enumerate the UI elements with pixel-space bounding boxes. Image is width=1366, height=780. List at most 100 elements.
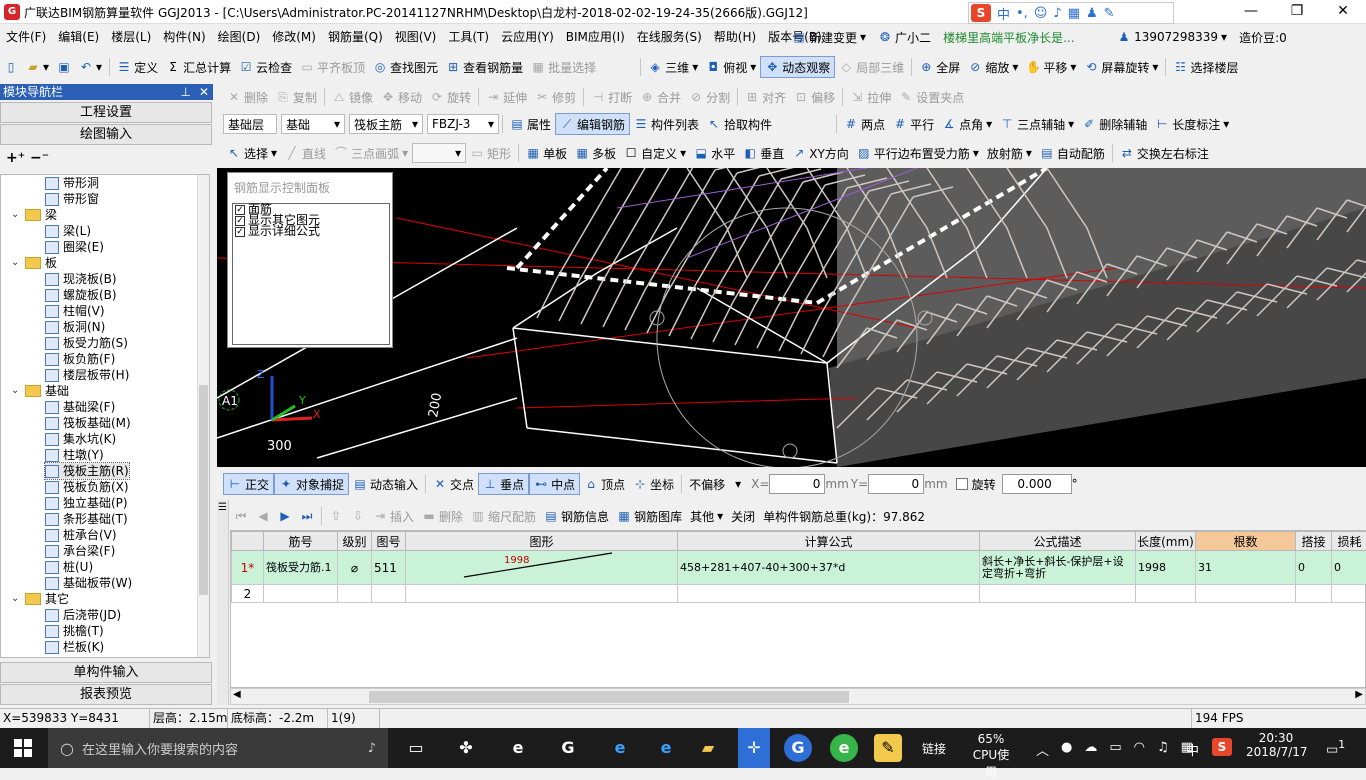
col-desc[interactable]: 公式描述 [980, 532, 1136, 551]
tree-item[interactable]: 柱墩(Y) [45, 447, 104, 463]
row-index[interactable]: 2 [232, 585, 264, 603]
select-floor-button[interactable]: ☷选择楼层 [1169, 56, 1242, 78]
object-snap-toggle[interactable]: ✦对象捕捉 [274, 473, 349, 495]
pick-button[interactable]: ↖拾取构件 [703, 113, 776, 135]
cell-length[interactable]: 1998 [1136, 551, 1196, 585]
account-button[interactable]: ♟13907298339▾ [1113, 26, 1231, 48]
tree-item[interactable]: 带形窗 [45, 191, 99, 207]
close-grid-button[interactable]: 关闭 [727, 505, 759, 527]
credit-label[interactable]: 造价豆:0 [1235, 26, 1291, 48]
cpu-meter[interactable]: 65% CPU使用 [968, 732, 1014, 780]
three-point-aux-button[interactable]: ⊤三点辅轴▾ [996, 113, 1078, 135]
vertex-snap[interactable]: ⌂顶点 [580, 473, 629, 495]
col-shape[interactable]: 图形 [406, 532, 678, 551]
expand-collapse-icons[interactable]: +⁺ −⁻ [6, 150, 49, 166]
grid-menu-icon[interactable]: ☰ [217, 502, 228, 513]
tree-item[interactable]: 挑檐(T) [45, 623, 104, 639]
col-length[interactable]: 长度(mm) [1136, 532, 1196, 551]
new-file-button[interactable]: ▯ [0, 56, 22, 78]
mic-icon[interactable]: ♪ [368, 741, 376, 756]
select-button[interactable]: ↖选择▾ [223, 142, 281, 164]
cell-figure-no[interactable]: 511 [372, 551, 406, 585]
edit-tool-button[interactable]: ⊕合并 [636, 86, 685, 108]
cell-grade[interactable]: ⌀ [338, 551, 372, 585]
close-button[interactable]: ✕ [1320, 0, 1366, 24]
menu-item[interactable]: 构件(N) [157, 25, 211, 49]
tree-item[interactable]: 后浇带(JD) [45, 607, 121, 623]
delete-row-button[interactable]: ▬删除 [418, 505, 467, 527]
swap-label-button[interactable]: ⇄交换左右标注 [1116, 142, 1213, 164]
cell-shape[interactable]: 1998 [406, 551, 678, 585]
cell-formula[interactable]: 458+281+407-40+300+37*d [678, 551, 980, 585]
name-select[interactable]: FBZJ-3▾ [427, 114, 499, 134]
new-change-button[interactable]: ▤新建变更▾ [788, 26, 870, 48]
ime-mode[interactable]: 中 [997, 4, 1010, 23]
first-record-button[interactable]: ⏮ [230, 505, 252, 527]
tree-item[interactable]: 承台梁(F) [45, 543, 115, 559]
checkbox-icon[interactable]: ✓ [235, 227, 245, 237]
menu-item[interactable]: 楼层(L) [105, 25, 157, 49]
menu-item[interactable]: 编辑(E) [52, 25, 105, 49]
table-row[interactable]: 2 [232, 585, 1366, 603]
cell-loss[interactable]: 0 [1332, 551, 1366, 585]
menu-item[interactable]: 钢筋量(Q) [322, 25, 389, 49]
rebar-info-button[interactable]: ▤钢筋信息 [540, 505, 613, 527]
dynamic-input-toggle[interactable]: ▤动态输入 [349, 473, 422, 495]
tree-item[interactable]: 梁(L) [45, 223, 91, 239]
member-select[interactable]: 筏板主筋▾ [349, 114, 423, 134]
tree-item[interactable]: 栏板(K) [45, 639, 104, 655]
y-offset-input[interactable]: 0 [868, 474, 924, 494]
component-list-button[interactable]: ☰构件列表 [630, 113, 703, 135]
edit-tool-button[interactable]: ⊞对齐 [741, 86, 790, 108]
edit-tool-button[interactable]: ⇥延伸 [482, 86, 531, 108]
tree-item[interactable]: 现浇板(B) [45, 271, 117, 287]
tree-folder[interactable]: ⌄梁 [11, 207, 57, 223]
menu-item[interactable]: 帮助(H) [708, 25, 762, 49]
chevron-down-icon[interactable]: ⌄ [11, 591, 21, 607]
chevron-down-icon[interactable]: ⌄ [11, 383, 21, 399]
volume-icon[interactable]: ♫ [1157, 740, 1169, 759]
menu-item[interactable]: 绘图(D) [212, 25, 267, 49]
perpendicular-snap[interactable]: ⊥垂点 [478, 473, 529, 495]
menu-item[interactable]: 工具(T) [442, 25, 495, 49]
find-button[interactable]: ◎查找图元 [369, 56, 442, 78]
restore-button[interactable]: ❐ [1274, 0, 1320, 24]
cell-lap[interactable]: 0 [1296, 551, 1332, 585]
tree-item[interactable]: 楼层板带(H) [45, 367, 129, 383]
edit-tool-button[interactable]: ⊡偏移 [790, 86, 839, 108]
tree-item[interactable]: 集水坑(K) [45, 431, 116, 447]
fullscreen-button[interactable]: ⊕全屏 [915, 56, 964, 78]
scale-rebar-button[interactable]: ▥缩尺配筋 [467, 505, 540, 527]
sogou-icon[interactable]: S [971, 4, 991, 22]
dynamic-view-button[interactable]: ✥动态观察 [760, 56, 835, 78]
pan-button[interactable]: ✋平移▾ [1022, 56, 1080, 78]
menu-item[interactable]: 修改(M) [266, 25, 322, 49]
point-angle-button[interactable]: ∡点角▾ [938, 113, 996, 135]
tree-item[interactable]: 圈梁(E) [45, 239, 104, 255]
tree-scrollbar[interactable] [197, 175, 209, 657]
clock[interactable]: 20:30 2018/7/17 [1246, 731, 1306, 759]
edit-tool-button[interactable]: ⧍镜像 [328, 86, 377, 108]
vertical-button[interactable]: ◧垂直 [739, 142, 788, 164]
tree-item[interactable]: 筏板基础(M) [45, 415, 131, 431]
glodon-g-icon[interactable]: G [784, 734, 812, 762]
move-up-button[interactable]: ⇧ [325, 505, 347, 527]
cell-rebar-name[interactable] [264, 585, 338, 603]
next-record-button[interactable]: ▶ [274, 505, 296, 527]
edit-tool-button[interactable]: ⟳旋转 [426, 86, 475, 108]
tree-item[interactable]: 桩承台(V) [45, 527, 117, 543]
auto-rebar-button[interactable]: ▤自动配筋 [1036, 142, 1109, 164]
move-down-button[interactable]: ⇩ [347, 505, 369, 527]
zoom-button[interactable]: ⊘缩放▾ [964, 56, 1022, 78]
chevron-up-icon[interactable]: ︿ [1036, 740, 1049, 759]
horizontal-button[interactable]: ⬓水平 [690, 142, 739, 164]
windows-start-icon[interactable] [14, 739, 32, 757]
col-grade[interactable]: 级别 [338, 532, 372, 551]
edit-tool-button[interactable]: ⊣打断 [587, 86, 636, 108]
menu-item[interactable]: 文件(F) [0, 25, 52, 49]
scroll-left-icon[interactable]: ◀ [233, 689, 241, 700]
radial-button[interactable]: 放射筋▾ [983, 142, 1036, 164]
menu-item[interactable]: 视图(V) [389, 25, 443, 49]
ie-browser-icon[interactable]: e [504, 734, 532, 762]
edit-tool-button[interactable]: ⊘分割 [685, 86, 734, 108]
